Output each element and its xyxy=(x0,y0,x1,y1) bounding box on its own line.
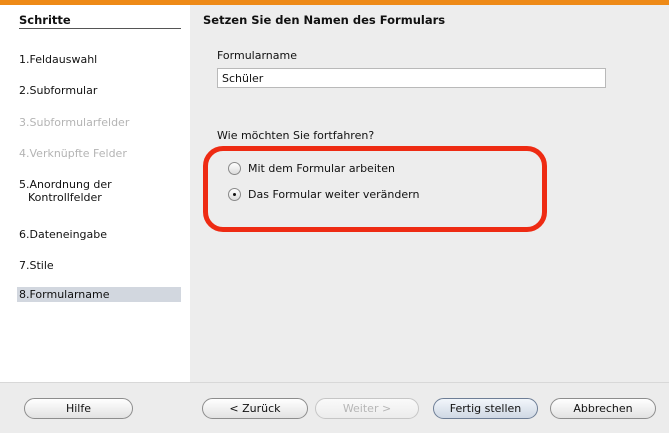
step-dateneingabe[interactable]: 6.Dateneingabe xyxy=(17,227,181,242)
step-label: Subformular xyxy=(29,84,98,97)
steps-sidebar: Schritte 1.Feldauswahl 2.Subformular 3.S… xyxy=(0,5,190,382)
step-label: Stile xyxy=(29,259,54,272)
form-name-label: Formularname xyxy=(217,49,298,62)
step-label: Subformularfelder xyxy=(29,116,130,129)
step-label: Dateneingabe xyxy=(29,228,108,241)
form-name-input[interactable] xyxy=(217,68,606,88)
radio-modify-form[interactable]: Das Formular weiter verändern xyxy=(228,186,419,202)
step-number: 4. xyxy=(19,147,30,160)
step-label: Feldauswahl xyxy=(29,53,98,66)
step-label: Anordnung der xyxy=(29,178,112,191)
back-button[interactable]: < Zurück xyxy=(202,398,308,419)
step-number: 1. xyxy=(19,53,30,66)
step-feldauswahl[interactable]: 1.Feldauswahl xyxy=(17,52,181,67)
radio-button-icon[interactable] xyxy=(228,161,241,175)
step-formularname[interactable]: 8.Formularname xyxy=(17,287,181,302)
step-number: 2. xyxy=(19,84,30,97)
step-number: 5. xyxy=(19,178,30,191)
radio-label: Das Formular weiter verändern xyxy=(248,187,420,201)
step-label: Verknüpfte Felder xyxy=(29,147,127,160)
step-number: 7. xyxy=(19,259,30,272)
page-title: Setzen Sie den Namen des Formulars xyxy=(203,13,446,27)
continue-question: Wie möchten Sie fortfahren? xyxy=(217,129,375,142)
next-button[interactable]: Weiter > xyxy=(315,398,419,419)
help-button[interactable]: Hilfe xyxy=(24,398,133,419)
step-number: 6. xyxy=(19,228,30,241)
steps-heading: Schritte xyxy=(19,13,181,29)
button-bar: Hilfe < Zurück Weiter > Fertig stellen A… xyxy=(0,382,669,433)
radio-button-selected-icon[interactable] xyxy=(228,187,241,201)
step-label: Formularname xyxy=(29,288,110,301)
step-number: 8. xyxy=(19,288,30,301)
step-subformularfelder: 3.Subformularfelder xyxy=(17,115,181,130)
step-stile[interactable]: 7.Stile xyxy=(17,258,181,273)
step-verknuepfte-felder: 4.Verknüpfte Felder xyxy=(17,146,181,161)
finish-button[interactable]: Fertig stellen xyxy=(433,398,538,419)
radio-label: Mit dem Formular arbeiten xyxy=(248,161,395,175)
radio-work-with-form[interactable]: Mit dem Formular arbeiten xyxy=(228,160,395,176)
step-label-line2: Kontrollfelder xyxy=(28,191,102,204)
step-anordnung[interactable]: 5.Anordnung der Kontrollfelder xyxy=(17,177,181,205)
cancel-button[interactable]: Abbrechen xyxy=(550,398,656,419)
step-number: 3. xyxy=(19,116,30,129)
step-subformular[interactable]: 2.Subformular xyxy=(17,83,181,98)
main-panel: Setzen Sie den Namen des Formulars Formu… xyxy=(190,5,669,382)
